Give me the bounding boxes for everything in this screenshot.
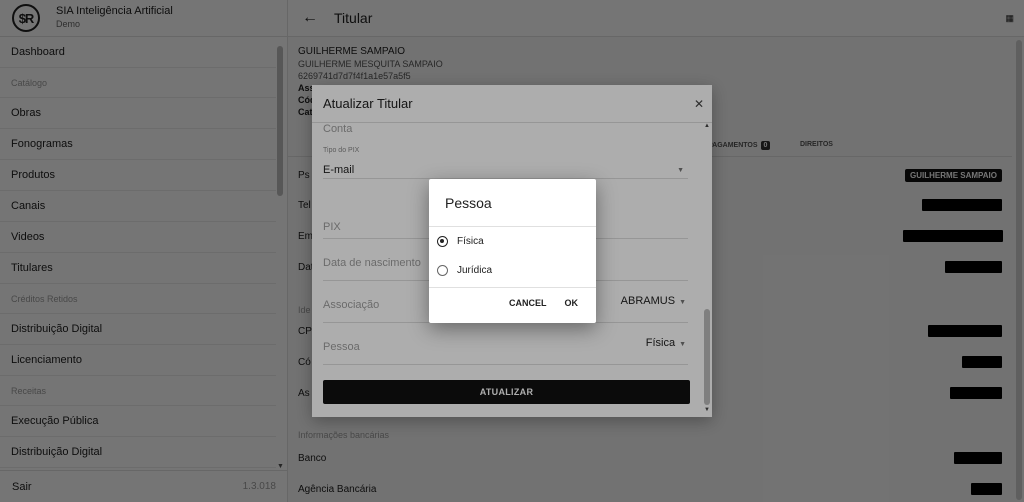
radio-checked-icon[interactable] bbox=[437, 236, 448, 247]
option-fisica[interactable]: Física bbox=[429, 227, 596, 256]
pessoa-dialog-actions: CANCEL OK bbox=[500, 296, 596, 310]
pessoa-options: Física Jurídica bbox=[429, 226, 596, 288]
option-fisica-label: Física bbox=[457, 236, 484, 247]
pessoa-dialog: Pessoa Física Jurídica CANCEL OK bbox=[429, 179, 596, 323]
option-juridica-label: Jurídica bbox=[457, 265, 493, 276]
option-juridica[interactable]: Jurídica bbox=[429, 256, 596, 285]
ok-button[interactable]: OK bbox=[556, 296, 597, 310]
cancel-button[interactable]: CANCEL bbox=[500, 296, 556, 310]
pessoa-dialog-title: Pessoa bbox=[445, 195, 492, 211]
radio-unchecked-icon[interactable] bbox=[437, 265, 448, 276]
